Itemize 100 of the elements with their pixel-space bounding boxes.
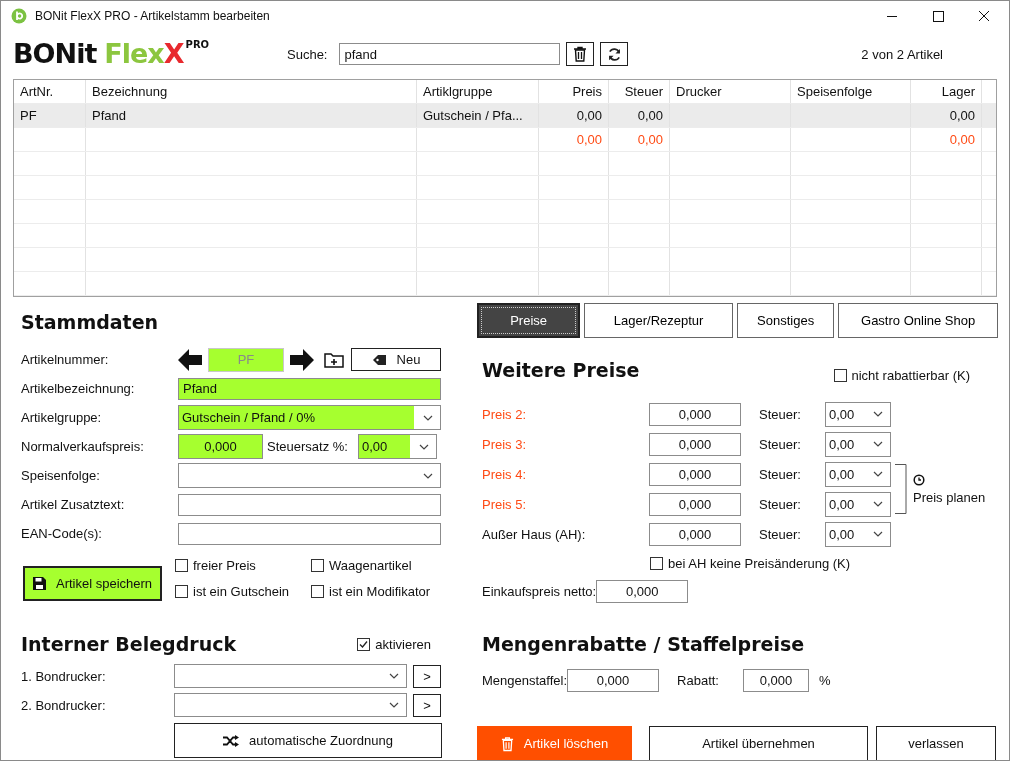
column-header[interactable]: ArtNr. bbox=[14, 80, 86, 104]
field-label: Steuer: bbox=[759, 406, 802, 422]
column-header[interactable]: Drucker bbox=[669, 80, 791, 104]
checkbox[interactable] bbox=[311, 584, 324, 598]
action-button[interactable]: Artikel übernehmen bbox=[649, 726, 868, 760]
field-label: EAN-Code(s): bbox=[21, 526, 103, 541]
input-field[interactable]: 0,000 bbox=[743, 668, 810, 692]
input-field[interactable]: Pfand bbox=[178, 377, 441, 400]
checkbox-label: aktivieren bbox=[375, 636, 431, 652]
input-field[interactable]: 0,000 bbox=[649, 462, 741, 486]
input-field[interactable]: 0,000 bbox=[649, 492, 741, 516]
tab[interactable]: Lager/Rezeptur bbox=[584, 303, 734, 338]
new-button[interactable]: Neu bbox=[351, 348, 441, 371]
folder-plus-icon[interactable] bbox=[324, 351, 344, 368]
field-label: 2. Bondrucker: bbox=[21, 697, 107, 713]
auto-assign-button[interactable]: automatische Zuordnung bbox=[174, 723, 442, 758]
input-field[interactable] bbox=[178, 493, 441, 516]
input-field[interactable]: 0,000 bbox=[178, 434, 263, 459]
trash-icon bbox=[573, 46, 588, 62]
section-heading: Weitere Preise bbox=[482, 359, 640, 381]
field-label: Mengenstaffel: bbox=[482, 672, 568, 688]
field-label: Preis 3: bbox=[482, 436, 528, 452]
dropdown[interactable] bbox=[174, 693, 407, 717]
field-label: Außer Haus (AH): bbox=[482, 526, 587, 542]
input-field[interactable]: 0,000 bbox=[649, 402, 741, 426]
field-label: Artikel Zusatztext: bbox=[21, 497, 126, 512]
column-header[interactable]: Lager bbox=[910, 80, 982, 104]
action-button[interactable]: verlassen bbox=[876, 726, 996, 760]
field-label: 1. Bondrucker: bbox=[21, 668, 107, 684]
next-button[interactable]: > bbox=[413, 664, 441, 688]
table-row[interactable]: PF Pfand Gutschein / Pfa... 0,00 0,00 0,00 bbox=[14, 103, 996, 128]
column-header[interactable]: Bezeichnung bbox=[85, 80, 417, 104]
chevron-down-icon bbox=[389, 673, 399, 679]
save-button[interactable]: Artikel speichern bbox=[23, 566, 162, 601]
chevron-down-icon bbox=[873, 441, 883, 447]
field-label: Artikelnummer: bbox=[21, 352, 110, 367]
checkbox[interactable] bbox=[833, 368, 847, 382]
column-header[interactable]: Speisenfolge bbox=[790, 80, 911, 104]
next-button[interactable]: > bbox=[413, 693, 441, 717]
logo-text: X bbox=[163, 39, 184, 69]
field-label: Steuer: bbox=[759, 466, 802, 482]
field-label: Steuersatz %: bbox=[267, 439, 348, 454]
table-cell: Gutschein / Pfa... bbox=[423, 108, 523, 123]
checkbox[interactable] bbox=[650, 557, 663, 570]
table-cell: 0,00 bbox=[576, 108, 602, 123]
input-field[interactable]: 0,000 bbox=[649, 522, 741, 546]
checkbox-label: Waagenartikel bbox=[329, 558, 412, 574]
dropdown[interactable]: 0,00 bbox=[357, 434, 437, 459]
input-field[interactable]: 0,000 bbox=[567, 668, 660, 692]
column-header[interactable]: Preis bbox=[538, 80, 609, 104]
checkbox[interactable] bbox=[311, 559, 324, 573]
dropdown[interactable]: 0,00 bbox=[825, 431, 891, 457]
chevron-down-icon bbox=[873, 531, 883, 537]
checkbox-label: bei AH keine Preisänderung (K) bbox=[668, 556, 851, 571]
table-cell: 0,00 bbox=[637, 132, 663, 147]
checkbox[interactable] bbox=[175, 584, 188, 598]
trash-icon bbox=[500, 735, 514, 752]
chevron-down-icon bbox=[873, 501, 883, 507]
column-header[interactable]: Artiklgruppe bbox=[416, 80, 539, 104]
chevron-down-icon bbox=[389, 702, 399, 708]
tab[interactable]: Preise bbox=[477, 303, 581, 338]
checkbox[interactable] bbox=[357, 637, 371, 651]
checkbox[interactable] bbox=[175, 559, 188, 573]
search-label: Suche: bbox=[287, 46, 328, 62]
unit-label: % bbox=[819, 672, 831, 688]
chevron-down-icon bbox=[873, 411, 883, 417]
field-label: Rabatt: bbox=[677, 672, 720, 688]
field-label: Preis 4: bbox=[482, 466, 528, 482]
dropdown[interactable]: Gutschein / Pfand / 0% bbox=[178, 405, 441, 430]
chevron-down-icon bbox=[873, 471, 883, 477]
logo-text: PRO bbox=[185, 39, 210, 51]
input-field[interactable] bbox=[178, 522, 441, 545]
dropdown[interactable]: 0,00 bbox=[825, 491, 891, 517]
tab[interactable]: Gastro Online Shop bbox=[838, 303, 998, 338]
field-label: Steuer: bbox=[759, 496, 802, 512]
field-label: Einkaufspreis netto: bbox=[482, 583, 597, 599]
dropdown[interactable]: 0,00 bbox=[825, 461, 891, 487]
field-label: Steuer: bbox=[759, 436, 802, 452]
clock-icon bbox=[913, 473, 925, 486]
column-header[interactable]: Steuer bbox=[608, 80, 670, 104]
input-field[interactable]: 0,000 bbox=[649, 432, 741, 456]
field-label: Speisenfolge: bbox=[21, 468, 101, 483]
section-heading: Interner Belegdruck bbox=[21, 633, 237, 655]
dropdown[interactable] bbox=[178, 463, 441, 488]
bracket-line bbox=[895, 464, 907, 514]
dropdown[interactable] bbox=[174, 664, 407, 688]
tab[interactable]: Sonstiges bbox=[737, 303, 835, 338]
window-title: BONit FlexX PRO - Artikelstamm bearbeiten bbox=[35, 9, 271, 23]
dropdown[interactable]: 0,00 bbox=[825, 401, 891, 427]
input-field[interactable]: 0,000 bbox=[596, 579, 689, 603]
delete-search-button[interactable] bbox=[566, 42, 595, 66]
dropdown[interactable]: 0,00 bbox=[825, 521, 891, 547]
logo-text: BONit bbox=[13, 39, 97, 69]
refresh-button[interactable] bbox=[600, 42, 629, 66]
field-label: Artikelgruppe: bbox=[21, 410, 103, 425]
input-field[interactable]: pfand bbox=[339, 43, 561, 65]
arrow-left-icon[interactable] bbox=[178, 348, 202, 371]
arrow-right-icon[interactable] bbox=[290, 348, 314, 371]
schedule-label: Preis planen bbox=[913, 489, 986, 505]
field-label: Steuer: bbox=[759, 526, 802, 542]
